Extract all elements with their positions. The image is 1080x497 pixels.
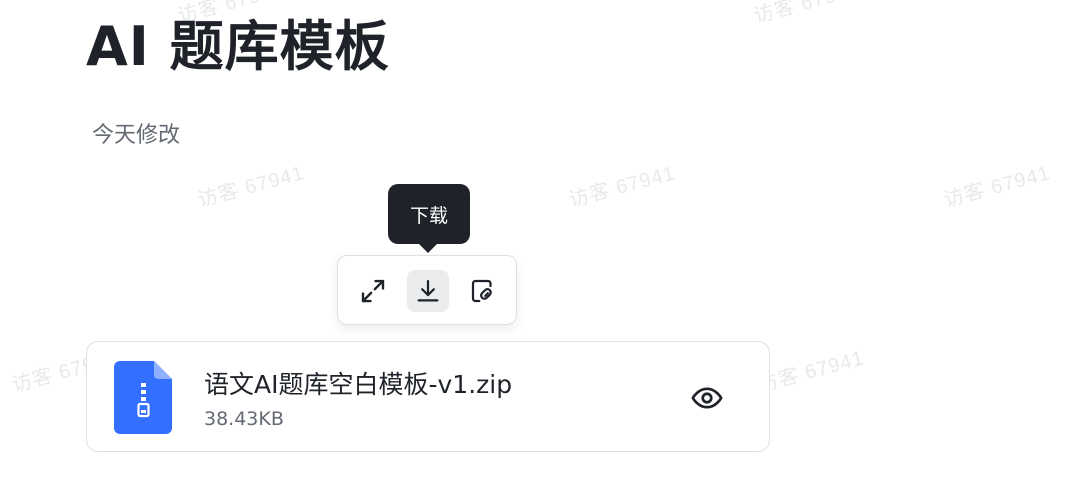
tooltip-arrow xyxy=(418,243,438,253)
watermark: 访客 67941 xyxy=(755,347,867,397)
watermark: 访客 67941 xyxy=(566,162,678,212)
file-name[interactable]: 语文AI题库空白模板-v1.zip xyxy=(204,368,512,402)
zip-file-icon xyxy=(114,361,172,434)
expand-icon xyxy=(361,279,385,303)
download-icon xyxy=(417,279,439,302)
attachment-toolbar xyxy=(337,255,517,325)
watermark: 访客 67941 xyxy=(941,162,1053,212)
copy-link-button[interactable] xyxy=(462,270,504,312)
preview-button[interactable] xyxy=(685,376,729,420)
tooltip-label: 下载 xyxy=(409,204,448,227)
watermark: 访客 67941 xyxy=(195,162,307,212)
expand-button[interactable] xyxy=(352,270,394,312)
page-title: AI 题库模板 xyxy=(86,15,390,78)
watermark: 访客 67941 xyxy=(751,0,863,28)
attachment-card[interactable]: 语文AI题库空白模板-v1.zip 38.43KB xyxy=(86,341,770,452)
modified-time: 今天修改 xyxy=(92,123,181,148)
download-tooltip: 下载 xyxy=(388,184,470,244)
file-size: 38.43KB xyxy=(204,408,284,430)
download-button[interactable] xyxy=(407,270,449,312)
eye-icon xyxy=(691,387,723,409)
copy-link-icon xyxy=(471,279,492,303)
